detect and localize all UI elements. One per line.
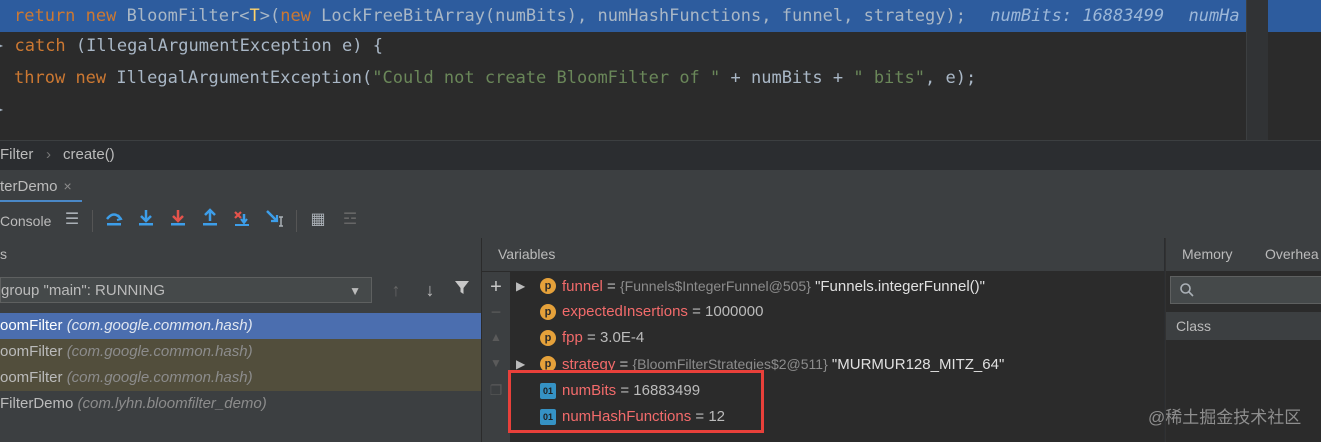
keyword: catch [14,36,66,56]
console-tab[interactable]: Console [0,202,51,240]
parameter-icon: p [540,304,556,320]
variable-type: {Funnels$IntegerFunnel@505} [619,278,811,294]
watermark: @稀土掘金技术社区 [1148,408,1302,427]
keyword: new [75,68,107,88]
code-line[interactable]: } catch (IllegalArgumentException e) { [0,30,383,62]
inline-value-hint: numBits: 16883499 [990,6,1165,26]
frame-item[interactable]: oomFilter (com.google.common.hash) [0,365,481,391]
frame-item[interactable]: oomFilter (com.google.common.hash) [0,339,481,365]
show-execution-point-icon[interactable]: ☰ [60,208,84,232]
variables-gutter: + − ▲ ▼ ❐ [482,272,510,442]
code-line[interactable]: } [0,94,4,126]
debug-tab-bar: terDemo × [0,170,1321,203]
frame-package: (com.google.common.hash) [66,369,253,386]
code-text: >( [259,6,281,26]
text-cursor: T [249,6,260,26]
editor-scrollbar[interactable] [1246,0,1268,140]
frames-header: s [0,246,7,262]
code-text: , e); [925,68,977,88]
code-text: + numBits + [720,68,854,88]
variable-value: "Funnels.integerFunnel()" [810,278,985,295]
search-icon [1180,283,1194,297]
code-text: LockFreeBitArray(numBits), numHashFuncti… [321,6,966,26]
step-into-icon[interactable] [134,208,158,232]
step-over-icon[interactable] [102,208,126,232]
string-literal: " bits" [853,68,925,88]
code-text: IllegalArgumentException( [116,68,373,88]
frame-method: oomFilter [0,317,63,334]
toolbar-separator [92,210,93,232]
tab-memory[interactable]: Memory [1182,238,1233,271]
evaluate-expression-icon[interactable]: ▦ [306,208,330,232]
force-step-into-icon[interactable] [166,208,190,232]
code-text: } [0,36,14,56]
frame-item[interactable]: FilterDemo (com.lyhn.bloomfilter_demo) [0,391,481,417]
string-literal: "Could not create BloomFilter of " [372,68,721,88]
code-text: BloomFilter< [126,6,250,26]
variable-name: fpp [562,329,583,346]
class-column-label: Class [1176,318,1212,334]
debug-toolbar: Console ☰ ▦ ☲ [0,202,1321,239]
frame-method: oomFilter [0,343,63,360]
highlight-annotation-box [508,370,764,433]
keyword: new [280,6,311,26]
frame-method: FilterDemo [0,395,74,412]
close-icon[interactable]: × [64,178,72,194]
arrow-down-icon[interactable]: ↓ [418,278,442,302]
frame-package: (com.lyhn.bloomfilter_demo) [77,395,267,412]
code-line-current[interactable]: return new BloomFilter<T>(new LockFreeBi… [0,0,1321,32]
chevron-down-icon: ▼ [349,284,361,298]
code-text: (IllegalArgumentException e) { [65,36,383,56]
tab-overhead[interactable]: Overhea [1265,238,1319,271]
tab-debug-session[interactable]: terDemo × [0,170,82,203]
remove-watch-icon[interactable]: − [486,302,506,323]
code-text: } [0,100,4,120]
duplicate-watch-icon[interactable]: ❐ [486,382,506,399]
thread-select[interactable]: group "main": RUNNING ▼ [0,277,372,303]
breadcrumb: Filter › create() [0,140,1321,169]
filter-icon[interactable] [450,278,474,302]
thread-row: group "main": RUNNING ▼ ↑ ↓ [0,272,481,308]
variable-name: expectedInsertions [562,303,688,320]
memory-search-input[interactable] [1170,276,1321,304]
keyword: throw [14,68,66,88]
keyword: new [85,6,117,26]
variable-value: 3.0E-4 [599,329,645,346]
frame-item-selected[interactable]: oomFilter (com.google.common.hash) [0,313,481,339]
variable-eq: = [582,329,600,346]
variable-value: "MURMUR128_MITZ_64" [827,356,1005,373]
toolbar-separator [296,210,297,232]
frame-package: (com.google.common.hash) [66,343,253,360]
run-to-cursor-icon[interactable] [264,208,288,232]
inline-value-hint: numHa [1188,6,1240,26]
code-editor[interactable]: return new BloomFilter<T>(new LockFreeBi… [0,0,1321,140]
breadcrumb-class[interactable]: Filter [0,141,33,169]
expand-arrow-icon[interactable]: ▶ [516,273,525,299]
drop-frame-icon[interactable] [230,208,254,232]
parameter-icon: p [540,278,556,294]
move-down-icon[interactable]: ▼ [486,356,506,370]
breadcrumb-separator: › [46,146,51,163]
arrow-up-icon[interactable]: ↑ [384,278,408,302]
variable-eq: = [602,278,620,295]
add-watch-icon[interactable]: + [486,276,506,299]
frame-package: (com.google.common.hash) [66,317,253,334]
step-out-icon[interactable] [198,208,222,232]
variable-name: funnel [562,278,603,295]
memory-class-header[interactable]: Class [1166,312,1321,340]
variables-title: Variables [498,246,556,262]
keyword: return [14,6,76,26]
frame-method: oomFilter [0,369,63,386]
variables-header: Variables [482,238,1164,271]
breadcrumb-method[interactable]: create() [63,141,115,169]
trace-stream-icon[interactable]: ☲ [338,208,362,232]
tab-label: terDemo [0,178,58,195]
variable-value: 1000000 [705,303,764,320]
thread-select-value: group "main": RUNNING [1,282,166,299]
move-up-icon[interactable]: ▲ [486,330,506,344]
memory-tab-bar: Memory Overhea [1166,238,1321,271]
variable-eq: = [687,303,706,320]
parameter-icon: p [540,330,556,346]
code-line[interactable]: throw new IllegalArgumentException("Coul… [0,62,976,94]
